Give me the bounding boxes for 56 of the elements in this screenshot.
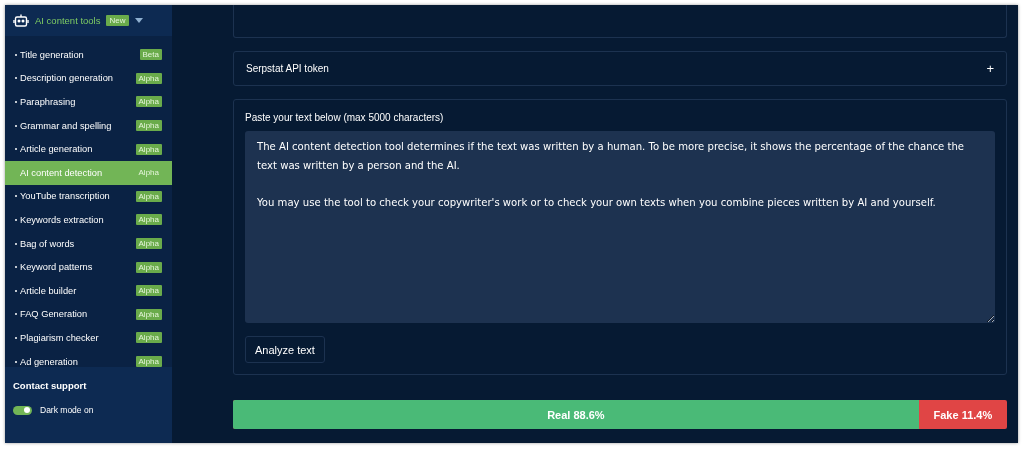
status-label: Alpha <box>135 285 162 297</box>
sidebar-item[interactable]: Article generation Alpha <box>5 137 172 161</box>
panel-title: Serpstat API token <box>246 63 329 74</box>
token-panel[interactable]: Serpstat API token + <box>233 51 1007 86</box>
sidebar-item[interactable]: Ad generation Alpha <box>5 349 172 367</box>
item-label: Article generation <box>20 144 93 155</box>
status-label: Alpha <box>135 356 162 367</box>
item-label: Keyword patterns <box>20 262 93 273</box>
item-label: FAQ Generation <box>20 309 88 320</box>
field-label: Paste your text below (max 5000 characters) <box>245 112 444 123</box>
item-label: Title generation <box>20 49 84 60</box>
status-label: Alpha <box>135 238 162 250</box>
status-label: Alpha <box>135 72 162 84</box>
sidebar-item[interactable]: YouTube transcription Alpha <box>5 184 172 209</box>
robot-icon <box>13 12 29 29</box>
sidebar-item[interactable]: Paraphrasing Alpha <box>5 90 172 114</box>
item-label: AI content detection <box>20 167 103 178</box>
sidebar-item[interactable]: Grammar and spelling Alpha <box>5 113 172 138</box>
sidebar-item[interactable]: Keywords extraction Alpha <box>5 208 172 232</box>
toggle-label: Dark mode on <box>40 405 94 415</box>
status-label: Beta <box>139 49 162 61</box>
status-label: Alpha <box>135 261 162 273</box>
status-label: Alpha <box>135 332 162 344</box>
sidebar-item[interactable]: Title generation Beta <box>5 43 172 67</box>
status-label: Alpha <box>135 308 162 320</box>
caret-icon[interactable] <box>134 18 143 23</box>
status-label: Alpha <box>135 120 162 132</box>
status-label: Alpha <box>135 143 162 155</box>
dark-mode-toggle[interactable] <box>13 405 32 415</box>
item-label: Grammar and spelling <box>20 120 112 131</box>
item-label: Ad generation <box>20 356 78 367</box>
item-label: Article builder <box>20 285 77 296</box>
text-input-field[interactable]: The AI content detection tool determines if the text was written by a human. To be more precise, it shows the percentage of the chance the text was written by a person and the AI. You may use the tool to check your copywriter's work or to check your own texts when you combine pieces written by AI and yourself. <box>245 131 995 323</box>
fake-label: Fake 11.4% <box>933 408 993 421</box>
real-label: Real 88.6% <box>547 408 605 421</box>
item-label: Keywords extraction <box>20 214 104 225</box>
item-label: YouTube transcription <box>20 191 110 202</box>
sidebar-item[interactable]: Description generation Alpha <box>5 66 172 91</box>
contact-support-link[interactable]: Contact support <box>13 380 164 391</box>
sidebar-item[interactable]: Keyword patterns Alpha <box>5 255 172 279</box>
status-label: Alpha <box>135 190 162 202</box>
sidebar-item[interactable]: Article builder Alpha <box>5 278 172 303</box>
item-label: Plagiarism checker <box>20 332 99 343</box>
menu-title: AI content tools <box>35 15 101 26</box>
sidebar-item[interactable]: Plagiarism checker Alpha <box>5 326 172 350</box>
status-label: Alpha <box>135 96 162 108</box>
item-label: Description generation <box>20 73 114 84</box>
sidebar-item[interactable]: Bag of words Alpha <box>5 231 172 256</box>
new-badge: New <box>106 15 129 26</box>
status-label: Alpha <box>135 214 162 226</box>
sidebar-item[interactable]: FAQ Generation Alpha <box>5 302 172 327</box>
expand-icon: + <box>986 61 994 76</box>
item-label: Bag of words <box>20 238 75 249</box>
analyze-button[interactable]: Analyze text <box>245 336 325 363</box>
item-label: Paraphrasing <box>20 97 76 107</box>
status-label: Alpha <box>137 167 160 179</box>
